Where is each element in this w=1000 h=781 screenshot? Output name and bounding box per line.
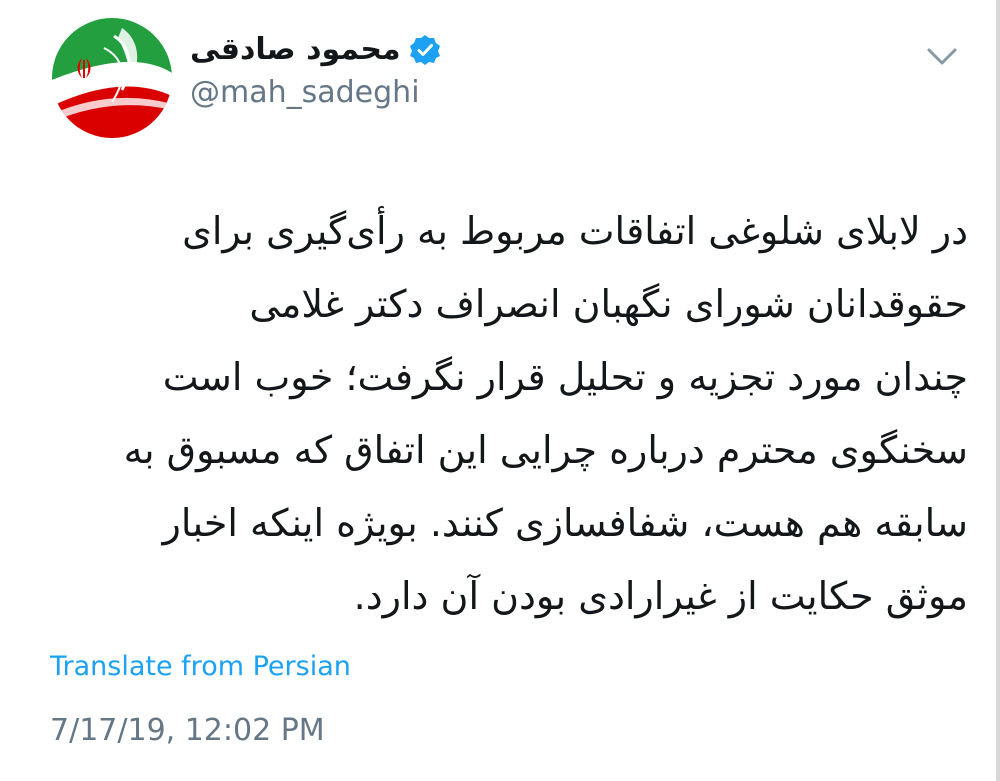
translate-link[interactable]: Translate from Persian [50,653,351,680]
author-name-row[interactable]: محمود صادقی [190,34,441,66]
verified-badge-icon [409,34,441,66]
tweet-timestamp[interactable]: 7/17/19, 12:02 PM [50,716,325,746]
tweet-text-line: سابقه هم هست، شفافسازی کنند. بویژه اینکه… [162,501,968,545]
tweet-text-line: موثق حکایت از غیرارادی بودن آن دارد. [353,574,968,618]
scroll-edge [996,0,1000,781]
avatar-image [52,18,172,138]
tweet-card: محمود صادقی @mah_sadeghi در لابلای شلوغی… [0,0,1000,781]
author-display-name[interactable]: محمود صادقی [190,35,401,65]
chevron-down-icon[interactable] [924,42,960,70]
tweet-text-line: چندان مورد تجزیه و تحلیل قرار نگرفت؛ خوب… [162,355,968,399]
tweet-text: در لابلای شلوغی اتفاقات مربوط به رأی‌گیر… [38,195,968,633]
tweet-text-line: در لابلای شلوغی اتفاقات مربوط به رأی‌گیر… [182,209,968,253]
author-handle[interactable]: @mah_sadeghi [190,78,420,108]
tweet-text-line: حقوقدانان شورای نگهبان انصراف دکتر غلامی [249,282,968,326]
avatar[interactable] [52,18,172,138]
tweet-text-line: سخنگوی محترم درباره چرایی این اتفاق که م… [123,428,968,472]
